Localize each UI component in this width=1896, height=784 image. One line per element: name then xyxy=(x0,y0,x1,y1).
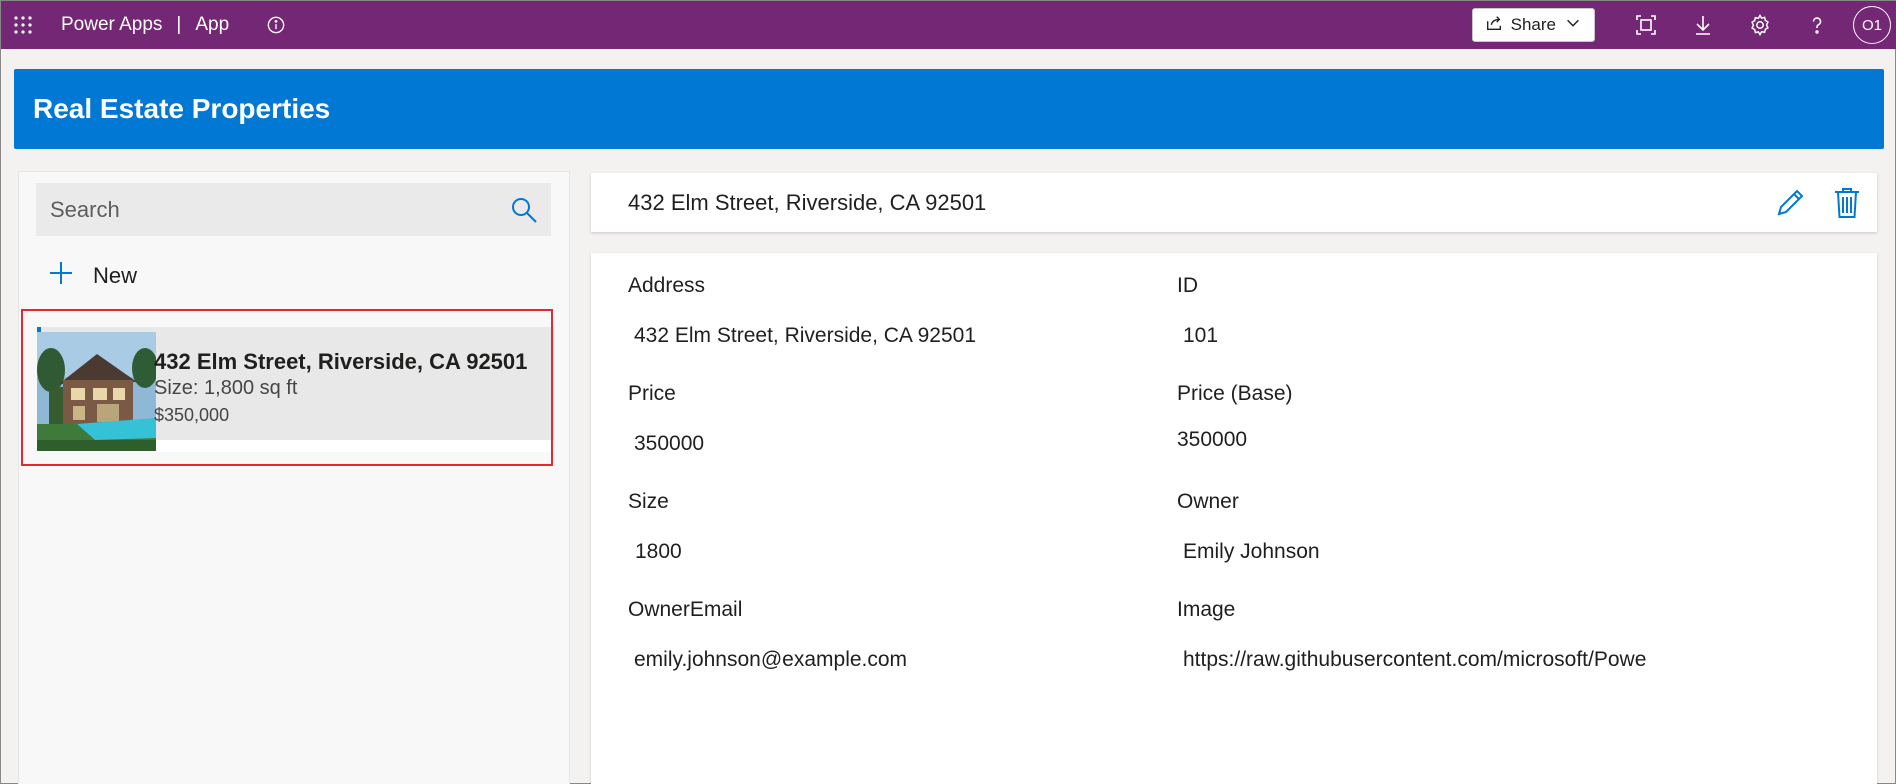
detail-title: 432 Elm Street, Riverside, CA 92501 xyxy=(628,189,987,215)
app-header-bar: Power Apps | App Share O1 xyxy=(1,1,1896,49)
id-label: ID xyxy=(1177,274,1198,297)
size-label: Size xyxy=(628,490,669,513)
price-value: 350000 xyxy=(634,432,705,455)
info-icon[interactable] xyxy=(265,14,287,36)
owner-email-label: OwnerEmail xyxy=(628,598,743,621)
delete-icon[interactable] xyxy=(1832,186,1862,220)
image-url-value: https://raw.githubusercontent.com/micros… xyxy=(1183,648,1647,671)
price-base-label: Price (Base) xyxy=(1177,382,1293,405)
page-header: Real Estate Properties xyxy=(14,69,1884,149)
share-icon xyxy=(1485,14,1503,37)
edit-icon[interactable] xyxy=(1773,186,1807,220)
app-label: App xyxy=(195,14,230,35)
selection-highlight-box xyxy=(21,309,553,466)
search-icon[interactable] xyxy=(509,195,539,225)
avatar[interactable]: O1 xyxy=(1853,6,1891,44)
waffle-icon[interactable] xyxy=(1,1,45,49)
fit-screen-icon[interactable] xyxy=(1617,1,1674,49)
gear-icon[interactable] xyxy=(1731,1,1788,49)
gallery-panel: New 432 Elm Street, xyxy=(18,171,570,784)
add-icon xyxy=(47,259,75,293)
search-box xyxy=(36,183,551,236)
help-icon[interactable] xyxy=(1788,1,1845,49)
share-button[interactable]: Share xyxy=(1471,8,1595,42)
download-icon[interactable] xyxy=(1674,1,1731,49)
address-value: 432 Elm Street, Riverside, CA 92501 xyxy=(634,324,977,347)
price-base-value: 350000 xyxy=(1177,428,1248,451)
search-input[interactable] xyxy=(50,196,490,223)
chevron-down-icon xyxy=(1564,14,1582,37)
owner-email-value: emily.johnson@example.com xyxy=(634,648,908,671)
address-label: Address xyxy=(628,274,706,297)
product-name: Power Apps xyxy=(61,14,163,35)
new-record-button[interactable]: New xyxy=(47,258,137,294)
image-label: Image xyxy=(1177,598,1236,621)
owner-label: Owner xyxy=(1177,490,1239,513)
topbar-actions: Share O1 xyxy=(1471,1,1896,49)
share-label: Share xyxy=(1510,15,1556,34)
price-label: Price xyxy=(628,382,676,405)
id-value: 101 xyxy=(1183,324,1219,347)
owner-value: Emily Johnson xyxy=(1183,540,1320,563)
app-title: Power Apps | App xyxy=(61,14,229,36)
detail-form: Address 432 Elm Street, Riverside, CA 92… xyxy=(591,253,1877,784)
new-label: New xyxy=(93,263,138,288)
title-separator: | xyxy=(176,14,182,35)
size-value: 1800 xyxy=(635,540,682,563)
detail-title-card: 432 Elm Street, Riverside, CA 92501 xyxy=(591,173,1877,232)
page-title: Real Estate Properties xyxy=(33,93,331,124)
